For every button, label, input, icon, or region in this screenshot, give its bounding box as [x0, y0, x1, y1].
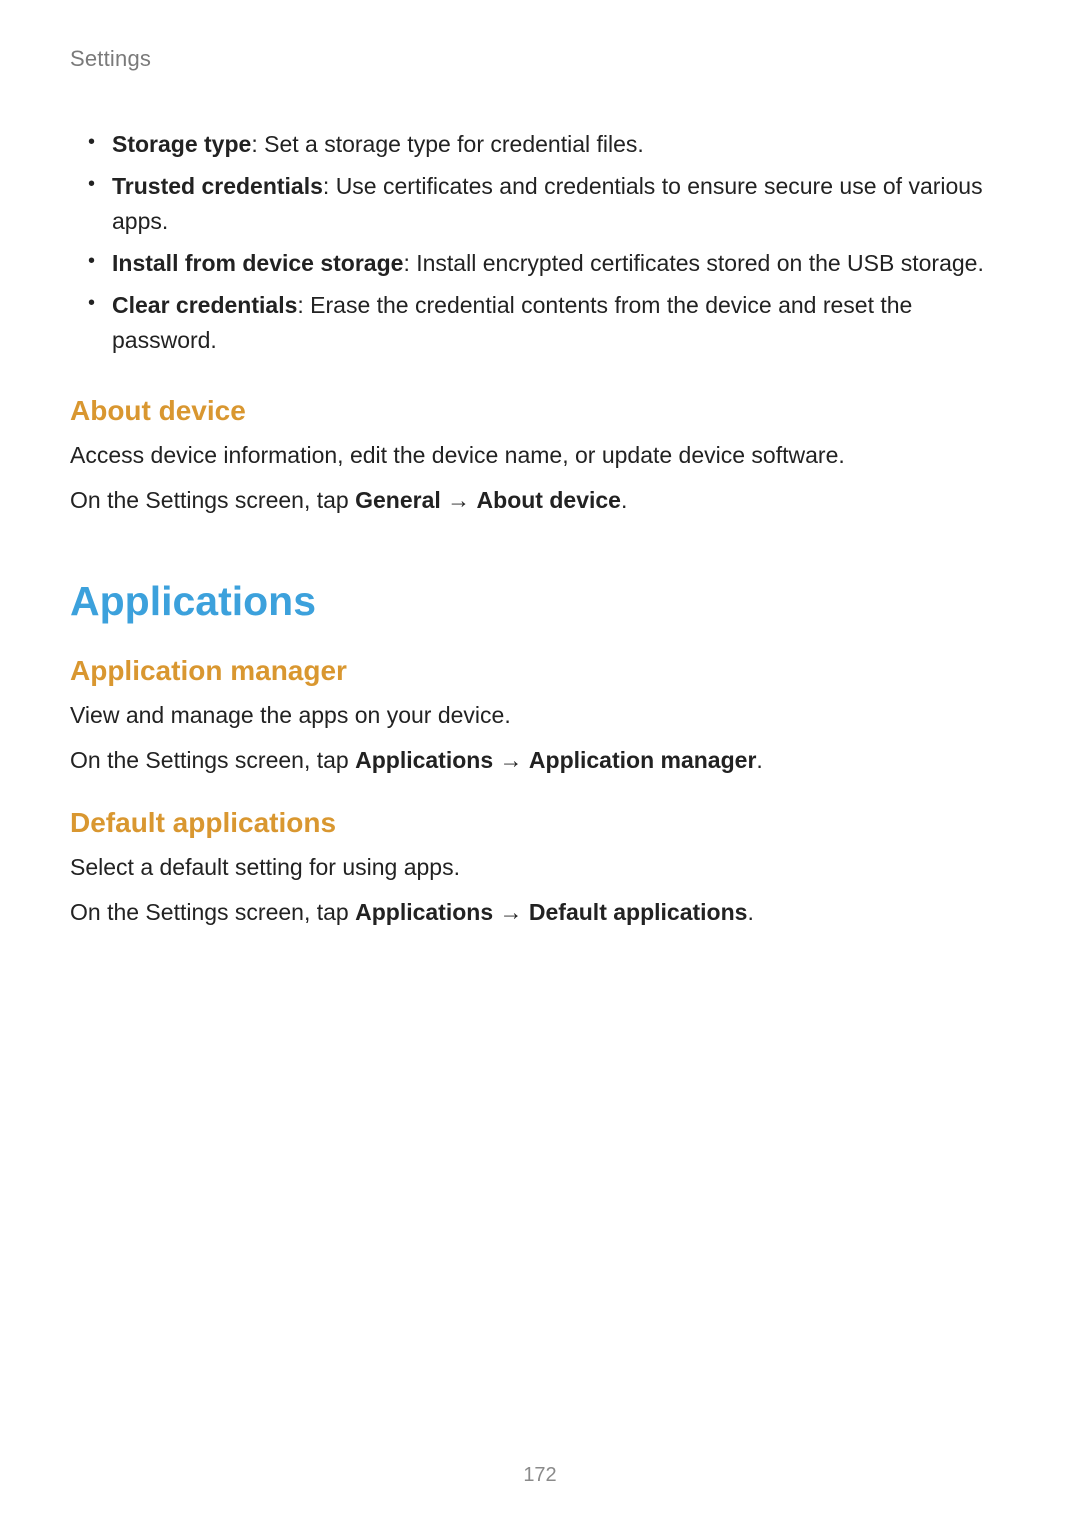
path-segment: Applications — [355, 899, 493, 925]
path-segment: General — [355, 487, 441, 513]
heading-application-manager: Application manager — [70, 655, 1010, 687]
text-fragment: On the Settings screen, tap — [70, 899, 355, 925]
list-item: Install from device storage: Install enc… — [70, 246, 1010, 282]
bullet-label: Trusted credentials — [112, 173, 323, 199]
app-mgr-p2: On the Settings screen, tap Applications… — [70, 742, 1010, 779]
arrow-icon: → — [493, 747, 529, 773]
default-apps-p1: Select a default setting for using apps. — [70, 849, 1010, 886]
bullet-label: Install from device storage — [112, 250, 403, 276]
list-item: Storage type: Set a storage type for cre… — [70, 127, 1010, 163]
running-header: Settings — [70, 46, 1010, 72]
path-segment: About device — [477, 487, 621, 513]
bullet-desc: : Set a storage type for credential file… — [251, 131, 643, 157]
arrow-icon: → — [493, 899, 529, 925]
text-fragment: On the Settings screen, tap — [70, 487, 355, 513]
document-page: Settings Storage type: Set a storage typ… — [0, 0, 1080, 1527]
text-fragment: On the Settings screen, tap — [70, 747, 355, 773]
path-segment: Application manager — [529, 747, 756, 773]
default-apps-p2: On the Settings screen, tap Applications… — [70, 894, 1010, 931]
heading-applications: Applications — [70, 578, 1010, 625]
app-mgr-p1: View and manage the apps on your device. — [70, 697, 1010, 734]
about-device-p1: Access device information, edit the devi… — [70, 437, 1010, 474]
about-device-p2: On the Settings screen, tap General → Ab… — [70, 482, 1010, 519]
page-number: 172 — [0, 1464, 1080, 1487]
text-fragment: . — [747, 899, 753, 925]
bullet-label: Storage type — [112, 131, 251, 157]
text-fragment: . — [621, 487, 627, 513]
list-item: Clear credentials: Erase the credential … — [70, 288, 1010, 359]
text-fragment: . — [756, 747, 762, 773]
path-segment: Default applications — [529, 899, 748, 925]
credential-bullet-list: Storage type: Set a storage type for cre… — [70, 127, 1010, 359]
bullet-desc: : Install encrypted certificates stored … — [403, 250, 983, 276]
arrow-icon: → — [441, 487, 477, 513]
path-segment: Applications — [355, 747, 493, 773]
heading-default-applications: Default applications — [70, 807, 1010, 839]
heading-about-device: About device — [70, 395, 1010, 427]
bullet-label: Clear credentials — [112, 292, 297, 318]
list-item: Trusted credentials: Use certificates an… — [70, 169, 1010, 240]
